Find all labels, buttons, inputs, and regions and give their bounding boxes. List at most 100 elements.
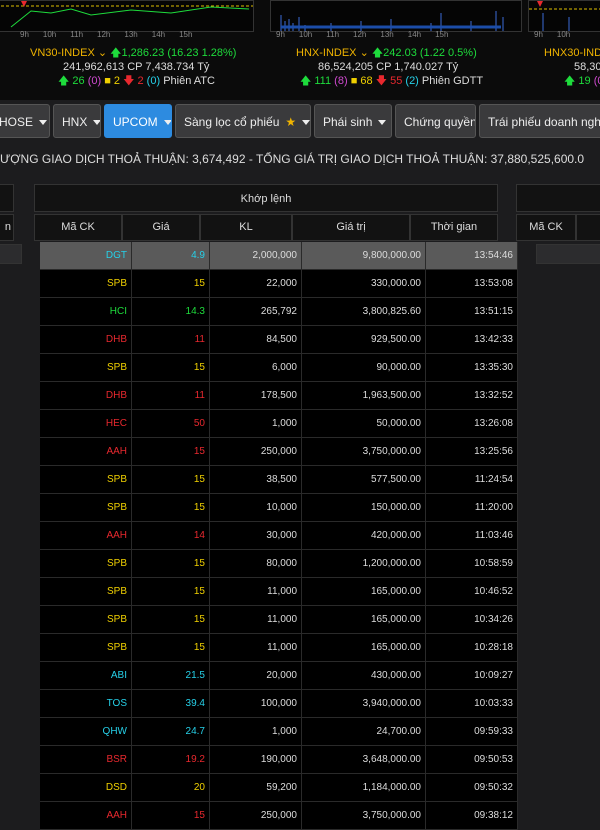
table-row[interactable]: SPB 15 38,500 577,500.00 11:24:54 <box>40 466 518 494</box>
tab-corporate-bonds[interactable]: Trái phiếu doanh nghi <box>479 104 600 138</box>
cell-price: 14.3 <box>132 298 210 325</box>
caret-down-icon <box>93 120 100 126</box>
table-row[interactable]: SPB 15 80,000 1,200,000.00 10:58:59 <box>40 550 518 578</box>
col-header-code[interactable]: Mã CK <box>34 214 122 241</box>
cell-code[interactable]: SPB <box>40 494 132 521</box>
col-header-volume[interactable]: KL <box>200 214 292 241</box>
vn30-index-summary[interactable]: VN30-INDEX ⌄ 🡅1,286.23 (16.23 1.28%) 241… <box>30 46 236 88</box>
hnx-mini-chart[interactable] <box>270 0 522 32</box>
table-row[interactable]: AAH 14 30,000 420,000.00 11:03:46 <box>40 522 518 550</box>
table-row[interactable]: HCI 14.3 265,792 3,800,825.60 13:51:15 <box>40 298 518 326</box>
table-row[interactable]: SPB 15 11,000 165,000.00 10:34:26 <box>40 606 518 634</box>
vn30-value: 7,438.734 <box>145 61 195 73</box>
cell-price: 15 <box>132 578 210 605</box>
cell-code[interactable]: ABI <box>40 662 132 689</box>
cell-time: 11:24:54 <box>426 466 518 493</box>
cell-volume: 1,000 <box>210 410 302 437</box>
left-panel-col-header: n <box>0 214 14 241</box>
tab-upcom[interactable]: UPCOM <box>104 104 172 138</box>
table-row[interactable]: HEC 50 1,000 50,000.00 13:26:08 <box>40 410 518 438</box>
cell-code[interactable]: DSD <box>40 774 132 801</box>
cell-price: 20 <box>132 774 210 801</box>
col-header-price[interactable]: Giá <box>122 214 200 241</box>
hnx-index-summary[interactable]: HNX-INDEX ⌄ 🡅242.03 (1.22 0.5%) 86,524,2… <box>296 46 483 88</box>
table-row[interactable]: DHB 11 178,500 1,963,500.00 13:32:52 <box>40 382 518 410</box>
cell-value: 1,963,500.00 <box>302 382 426 409</box>
cell-price: 4.9 <box>132 242 210 269</box>
tab-derivatives[interactable]: Phái sinh <box>314 104 392 138</box>
cell-code[interactable]: SPB <box>40 578 132 605</box>
arrow-up-icon: 🡅 <box>110 47 122 59</box>
cell-code[interactable]: DHB <box>40 382 132 409</box>
cell-code[interactable]: SPB <box>40 466 132 493</box>
cell-code[interactable]: SPB <box>40 270 132 297</box>
arrow-up-icon: 🡅 <box>371 47 384 59</box>
cell-code[interactable]: SPB <box>40 634 132 661</box>
cell-code[interactable]: QHW <box>40 718 132 745</box>
hnx30-mini-chart[interactable] <box>528 0 600 32</box>
chevron-down-icon[interactable]: ⌄ <box>95 47 110 59</box>
table-row[interactable]: SPB 15 11,000 165,000.00 10:28:18 <box>40 634 518 662</box>
cell-code[interactable]: AAH <box>40 522 132 549</box>
cell-time: 10:58:59 <box>426 550 518 577</box>
table-row[interactable]: SPB 15 11,000 165,000.00 10:46:52 <box>40 578 518 606</box>
table-row[interactable]: SPB 15 6,000 90,000.00 13:35:30 <box>40 354 518 382</box>
cell-time: 13:51:15 <box>426 298 518 325</box>
table-row[interactable]: ABI 21.5 20,000 430,000.00 10:09:27 <box>40 662 518 690</box>
cell-value: 430,000.00 <box>302 662 426 689</box>
cell-code[interactable]: SPB <box>40 606 132 633</box>
cell-volume: 84,500 <box>210 326 302 353</box>
cell-time: 09:50:32 <box>426 774 518 801</box>
arrow-up-icon: 🡅 <box>58 75 70 87</box>
cell-code[interactable]: DGT <box>40 242 132 269</box>
cell-code[interactable]: TOS <box>40 690 132 717</box>
cell-time: 10:34:26 <box>426 606 518 633</box>
arrow-up-icon: 🡅 <box>300 75 312 87</box>
right-panel-row <box>536 244 600 264</box>
cell-price: 14 <box>132 522 210 549</box>
cell-price: 15 <box>132 606 210 633</box>
cell-price: 15 <box>132 466 210 493</box>
cell-code[interactable]: AAH <box>40 438 132 465</box>
cell-code[interactable]: AAH <box>40 802 132 829</box>
negotiated-trade-summary: ƯỢNG GIAO DỊCH THOẢ THUẬN: 3,674,492 - T… <box>0 152 585 166</box>
table-row[interactable]: DHB 11 84,500 929,500.00 13:42:33 <box>40 326 518 354</box>
table-row[interactable]: DGT 4.9 2,000,000 9,800,000.00 13:54:46 <box>40 242 518 270</box>
col-header-time[interactable]: Thời gian <box>410 214 498 241</box>
table-row[interactable]: SPB 15 22,000 330,000.00 13:53:08 <box>40 270 518 298</box>
cell-volume: 20,000 <box>210 662 302 689</box>
right-panel-col-header: Mã CK <box>516 214 600 241</box>
cell-code[interactable]: SPB <box>40 550 132 577</box>
cell-price: 11 <box>132 326 210 353</box>
cell-volume: 22,000 <box>210 270 302 297</box>
vn30-session: Phiên ATC <box>163 75 215 87</box>
cell-value: 165,000.00 <box>302 578 426 605</box>
tab-stock-screener[interactable]: Sàng lọc cổ phiếu ★ <box>175 104 311 138</box>
table-row[interactable]: AAH 15 250,000 3,750,000.00 09:38:12 <box>40 802 518 830</box>
table-row[interactable]: SPB 15 10,000 150,000.00 11:20:00 <box>40 494 518 522</box>
table-row[interactable]: QHW 24.7 1,000 24,700.00 09:59:33 <box>40 718 518 746</box>
cell-price: 15 <box>132 494 210 521</box>
cell-code[interactable]: DHB <box>40 326 132 353</box>
cell-code[interactable]: SPB <box>40 354 132 381</box>
chevron-down-icon[interactable]: ⌄ <box>357 47 372 59</box>
tab-hnx[interactable]: HNX <box>53 104 101 138</box>
cell-time: 09:38:12 <box>426 802 518 829</box>
table-row[interactable]: TOS 39.4 100,000 3,940,000.00 10:03:33 <box>40 690 518 718</box>
table-row[interactable]: BSR 19.2 190,000 3,648,000.00 09:50:53 <box>40 746 518 774</box>
tab-warrants[interactable]: Chứng quyền <box>395 104 476 138</box>
arrow-down-icon: 🡇 <box>123 75 135 87</box>
cell-time: 13:54:46 <box>426 242 518 269</box>
hnx30-index-summary[interactable]: HNX30-INDEX 58,30 🡅 19 (0 <box>544 46 600 88</box>
cell-volume: 178,500 <box>210 382 302 409</box>
cell-code[interactable]: BSR <box>40 746 132 773</box>
table-row[interactable]: DSD 20 59,200 1,184,000.00 09:50:32 <box>40 774 518 802</box>
cell-value: 3,750,000.00 <box>302 802 426 829</box>
cell-code[interactable]: HEC <box>40 410 132 437</box>
vn30-mini-chart[interactable] <box>0 0 254 32</box>
cell-code[interactable]: HCI <box>40 298 132 325</box>
col-header-value[interactable]: Giá trị <box>292 214 410 241</box>
tab-hose[interactable]: HOSE <box>0 104 50 138</box>
caret-down-icon <box>39 120 48 126</box>
table-row[interactable]: AAH 15 250,000 3,750,000.00 13:25:56 <box>40 438 518 466</box>
